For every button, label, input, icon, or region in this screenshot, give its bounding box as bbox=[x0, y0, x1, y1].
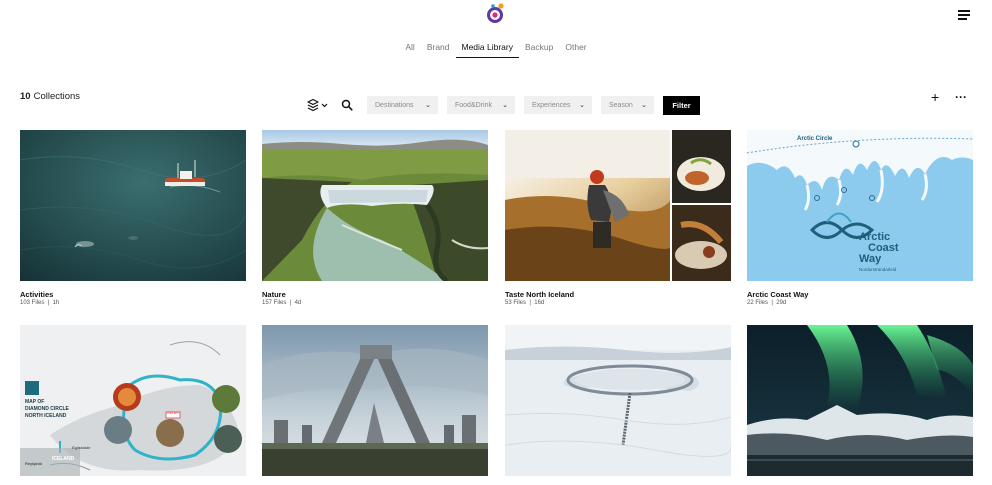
category-tabs: All Brand Media Library Backup Other bbox=[0, 42, 992, 58]
arctic-circle-label: Arctic Circle bbox=[797, 136, 833, 142]
filter-toolbar: Destinations ⌄ Food&Drink ⌄ Experiences … bbox=[307, 95, 700, 115]
map-city-label: Reykjavik bbox=[25, 461, 43, 466]
collection-card-taste-north-iceland[interactable]: Taste North Iceland 53 Files | 16d bbox=[505, 130, 731, 310]
tab-backup[interactable]: Backup bbox=[519, 42, 559, 58]
updated-age: 1h bbox=[52, 300, 60, 306]
filter-button[interactable]: Filter bbox=[663, 95, 700, 115]
map-title-line2: DIAMOND CIRCLE bbox=[25, 406, 69, 412]
chevron-down-icon: ⌄ bbox=[641, 102, 647, 109]
collection-card-nature[interactable]: Nature 157 Files | 4d bbox=[262, 130, 488, 310]
collection-card-arctic-henge[interactable] bbox=[262, 325, 488, 485]
collection-title[interactable]: Arctic Coast Way bbox=[747, 290, 808, 299]
collection-card-activities[interactable]: Activities 103 Files | 1h bbox=[20, 130, 246, 310]
collection-title[interactable]: Activities bbox=[20, 290, 53, 299]
hamburger-menu-icon[interactable] bbox=[958, 9, 972, 21]
arctic-logo-line3: Way bbox=[859, 253, 882, 265]
collection-meta: 157 Files | 4d bbox=[262, 300, 302, 306]
arctic-logo-sub: Nordurstrandarleid bbox=[859, 267, 897, 272]
tab-media-library[interactable]: Media Library bbox=[455, 42, 519, 58]
collection-thumbnail[interactable] bbox=[20, 130, 246, 281]
file-count: 22 Files bbox=[747, 300, 769, 306]
map-distance-label: 250 km bbox=[167, 411, 179, 415]
collection-title[interactable]: Nature bbox=[262, 290, 286, 299]
food-drink-dropdown[interactable]: Food&Drink ⌄ bbox=[447, 96, 515, 114]
more-options-icon[interactable]: ··· bbox=[955, 90, 967, 104]
collection-thumbnail[interactable] bbox=[505, 130, 731, 281]
collections-count: 10 Collections bbox=[20, 91, 80, 102]
chevron-down-icon: ⌄ bbox=[425, 102, 431, 109]
collection-card-arctic-coast-way[interactable]: Arctic Circle Arctic Coast Way Nordurstr… bbox=[747, 130, 973, 310]
map-title-line3: NORTH ICELAND bbox=[25, 413, 67, 419]
collection-meta: 22 Files | 29d bbox=[747, 300, 787, 306]
collection-thumbnail[interactable] bbox=[747, 325, 973, 476]
collection-thumbnail[interactable]: MAP OF DIAMOND CIRCLE NORTH ICELAND 250 … bbox=[20, 325, 246, 476]
collection-thumbnail[interactable] bbox=[505, 325, 731, 476]
layers-icon[interactable] bbox=[307, 98, 329, 112]
season-dropdown[interactable]: Season ⌄ bbox=[601, 96, 654, 114]
tab-brand[interactable]: Brand bbox=[421, 42, 456, 58]
map-country-label: ICELAND bbox=[52, 456, 75, 462]
file-count: 53 Files bbox=[505, 300, 527, 306]
collection-card-northern-lights[interactable] bbox=[747, 325, 973, 485]
map-title-line1: MAP OF bbox=[25, 399, 45, 405]
search-icon[interactable] bbox=[340, 98, 354, 112]
collections-count-label: Collections bbox=[33, 91, 81, 102]
collection-card-diamond-circle[interactable]: MAP OF DIAMOND CIRCLE NORTH ICELAND 250 … bbox=[20, 325, 246, 485]
destinations-dropdown[interactable]: Destinations ⌄ bbox=[367, 96, 438, 114]
chevron-down-icon: ⌄ bbox=[579, 102, 585, 109]
destinations-dropdown-label: Destinations bbox=[375, 101, 414, 109]
collection-thumbnail[interactable] bbox=[262, 130, 488, 281]
collection-thumbnail[interactable] bbox=[262, 325, 488, 476]
updated-age: 16d bbox=[534, 300, 545, 306]
collection-thumbnail[interactable]: Arctic Circle Arctic Coast Way Nordurstr… bbox=[747, 130, 973, 281]
add-collection-button[interactable]: + bbox=[931, 90, 939, 104]
map-town-label: Egilsstadir bbox=[72, 445, 91, 450]
collection-card-winter-crater[interactable] bbox=[505, 325, 731, 485]
food-drink-dropdown-label: Food&Drink bbox=[455, 101, 492, 109]
file-count: 157 Files bbox=[262, 300, 287, 306]
collections-count-number: 10 bbox=[20, 91, 31, 102]
file-count: 103 Files bbox=[20, 300, 45, 306]
experiences-dropdown[interactable]: Experiences ⌄ bbox=[524, 96, 592, 114]
season-dropdown-label: Season bbox=[609, 101, 633, 109]
tab-all[interactable]: All bbox=[399, 42, 420, 58]
collection-meta: 53 Files | 16d bbox=[505, 300, 545, 306]
chevron-down-icon: ⌄ bbox=[502, 102, 508, 109]
experiences-dropdown-label: Experiences bbox=[532, 101, 571, 109]
updated-age: 4d bbox=[294, 300, 302, 306]
updated-age: 29d bbox=[776, 300, 787, 306]
tab-other[interactable]: Other bbox=[559, 42, 592, 58]
snail-logo-icon[interactable] bbox=[484, 2, 508, 26]
collection-title[interactable]: Taste North Iceland bbox=[505, 290, 574, 299]
collection-meta: 103 Files | 1h bbox=[20, 300, 60, 306]
